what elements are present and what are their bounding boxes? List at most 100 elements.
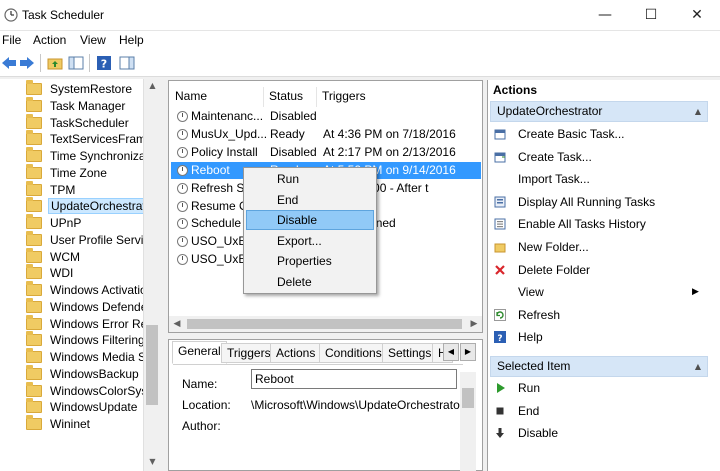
task-clock-icon [177, 254, 188, 266]
context-menu-export[interactable]: Export... [246, 231, 374, 251]
folder-icon [26, 230, 42, 246]
running-tasks-icon [494, 196, 506, 208]
collapse-up-icon[interactable]: ▲ [695, 357, 701, 376]
folder-icon [26, 180, 42, 196]
task-name-field[interactable]: Reboot [251, 369, 457, 389]
section-title: UpdateOrchestrator [497, 104, 603, 118]
help-icon: ? [494, 331, 506, 344]
forward-button[interactable] [18, 54, 36, 72]
folder-icon [26, 297, 42, 313]
menu-help[interactable]: Help [119, 33, 144, 47]
folder-up-icon [47, 58, 63, 70]
tree-vertical-scrollbar[interactable]: ▲ ▼ [143, 79, 160, 471]
title-bar: Task Scheduler — ☐ ✕ [0, 0, 720, 31]
action-label: Create Task... [518, 149, 592, 164]
help-button[interactable]: ? [95, 54, 113, 72]
create-task-icon [494, 151, 506, 163]
folder-icon [26, 364, 42, 380]
folder-icon [26, 381, 42, 397]
tab-actions[interactable]: Actions [270, 343, 322, 363]
scroll-left-arrow-icon[interactable]: ◀ [169, 316, 185, 332]
up-folder-button[interactable] [46, 54, 64, 72]
end-icon [494, 405, 506, 417]
scroll-down-arrow-icon[interactable]: ▼ [144, 457, 161, 466]
scroll-up-arrow-icon[interactable]: ▲ [144, 81, 161, 90]
tab-triggers[interactable]: Triggers [221, 343, 277, 363]
back-button[interactable] [0, 54, 18, 72]
action-label: Run [518, 381, 541, 395]
scroll-right-arrow-icon[interactable]: ▶ [466, 316, 482, 332]
new-folder-icon [494, 241, 506, 253]
tab-conditions[interactable]: Conditions [319, 343, 388, 363]
tree-item-label: Wininet [50, 417, 91, 431]
section-header-updateorchestrator[interactable]: UpdateOrchestrator ▲ [490, 101, 708, 122]
scroll-thumb[interactable] [462, 388, 474, 408]
history-icon [494, 218, 506, 230]
tree-item-label: Task Manager [50, 98, 126, 113]
tree-item-label: TPM [50, 182, 76, 197]
help-icon: ? [97, 56, 111, 71]
folder-icon [26, 197, 42, 213]
task-list-horizontal-scrollbar[interactable]: ◀ ▶ [169, 316, 482, 332]
column-header-name[interactable]: Name [175, 87, 207, 107]
show-hide-tree-button[interactable] [67, 54, 85, 72]
action-label: New Folder... [518, 240, 589, 254]
blank-icon [494, 173, 506, 185]
column-header-status[interactable]: Status [263, 87, 303, 107]
context-menu-disable[interactable]: Disable [246, 210, 374, 231]
action-label: End [518, 403, 540, 418]
section-header-selected-item[interactable]: Selected Item ▲ [490, 356, 708, 377]
folder-icon [26, 147, 42, 162]
context-menu-properties[interactable]: Properties [246, 251, 374, 271]
context-menu-end[interactable]: End [246, 190, 374, 210]
location-label: Location: [182, 398, 231, 412]
refresh-icon [494, 308, 506, 321]
tab-scroll-left-icon[interactable]: ◀ [443, 343, 459, 361]
location-value: \Microsoft\Windows\UpdateOrchestrator [251, 398, 464, 412]
properties-vertical-scrollbar[interactable] [460, 372, 476, 471]
scroll-thumb[interactable] [146, 325, 158, 405]
task-clock-icon [177, 182, 188, 194]
folder-icon [26, 331, 42, 347]
action-label: Enable All Tasks History [518, 217, 646, 232]
tree-item-label: UPnP [50, 216, 82, 230]
folder-icon [26, 281, 42, 296]
task-name: Policy Install [191, 144, 258, 159]
column-header-triggers[interactable]: Triggers [316, 87, 366, 107]
close-button[interactable]: ✕ [674, 0, 720, 31]
task-status: Ready [270, 126, 305, 141]
tree-item-label: Windows Defender [50, 299, 152, 314]
action-label: Disable [518, 426, 559, 441]
actions-pane: Actions UpdateOrchestrator ▲ Create Basi… [487, 80, 720, 471]
tree-item-label: WindowsBackup [50, 366, 139, 381]
maximize-button[interactable]: ☐ [628, 0, 674, 31]
forward-arrow-icon [20, 57, 34, 69]
menu-action[interactable]: Action [33, 33, 66, 47]
collapse-up-icon[interactable]: ▲ [695, 102, 701, 121]
context-menu-run[interactable]: Run [246, 169, 374, 189]
scroll-thumb[interactable] [187, 319, 462, 329]
tree-item-label: WindowsUpdate [50, 400, 138, 415]
tab-scroll-right-icon[interactable]: ▶ [460, 343, 476, 361]
folder-icon [26, 214, 42, 229]
tree-item-label: SystemRestore [50, 82, 133, 96]
show-hide-action-pane-button[interactable] [118, 54, 136, 72]
minimize-button[interactable]: — [582, 0, 628, 31]
menu-view[interactable]: View [80, 33, 106, 47]
tree-item-label: WCM [50, 249, 80, 264]
context-menu: Run End Disable Export... Properties Delete [243, 167, 377, 294]
task-clock-icon [177, 146, 188, 158]
window-title: Task Scheduler [22, 8, 105, 22]
action-pane-icon [119, 56, 135, 70]
tab-settings[interactable]: Settings [382, 343, 438, 363]
tree-item-label: Windows Media Sh [50, 350, 153, 364]
task-row[interactable]: Maintenanc... Disabled [171, 108, 481, 125]
context-menu-delete[interactable]: Delete [246, 272, 374, 292]
tree-item-label: Windows Filtering P [50, 333, 157, 348]
tab-general[interactable]: General [172, 341, 227, 364]
task-properties-pane: General Triggers Actions Conditions Sett… [168, 339, 483, 471]
task-row[interactable]: Policy Install Disabled At 2:17 PM on 2/13… [171, 144, 481, 161]
menu-file[interactable]: File [2, 33, 21, 47]
action-label: Create Basic Task... [518, 127, 625, 141]
task-row[interactable]: MusUx_Upd... Ready At 4:36 PM on 7/18/2016 [171, 126, 481, 143]
